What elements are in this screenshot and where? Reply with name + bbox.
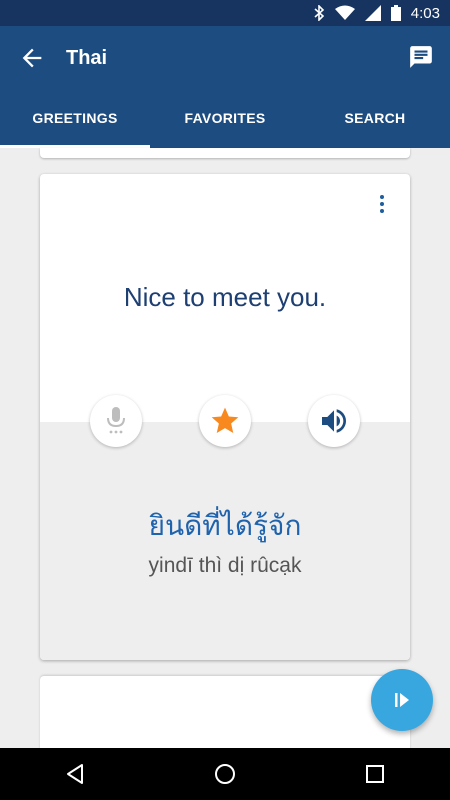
mic-icon (107, 407, 125, 434)
play-all-fab[interactable] (371, 669, 433, 731)
record-button[interactable] (90, 395, 142, 447)
next-card (40, 676, 410, 756)
tab-bar: GREETINGS FAVORITES SEARCH (0, 88, 450, 148)
battery-icon (390, 5, 401, 21)
nav-back-button[interactable] (55, 754, 95, 794)
recents-square-icon (366, 765, 384, 783)
page-title: Thai (66, 47, 108, 69)
system-nav-bar (0, 748, 450, 800)
tab-favorites[interactable]: FAVORITES (150, 88, 300, 148)
play-icon (395, 693, 409, 707)
tab-search[interactable]: SEARCH (300, 88, 450, 148)
phrase-card: Nice to meet you. ยินดีที่ได้รู้จัก yind… (40, 174, 410, 660)
chat-icon[interactable] (408, 44, 434, 70)
back-triangle-icon (67, 764, 83, 784)
tab-greetings[interactable]: GREETINGS (0, 88, 150, 148)
speaker-icon (322, 409, 346, 433)
arrow-back-icon[interactable] (18, 44, 46, 72)
wifi-icon (334, 5, 355, 20)
play-audio-button[interactable] (308, 395, 360, 447)
english-phrase: Nice to meet you. (123, 282, 327, 312)
app-bar: Thai GREETINGS FAVORITES SEARCH (0, 26, 450, 148)
more-vert-icon[interactable] (376, 192, 388, 218)
star-icon (211, 407, 239, 433)
thai-phrase: ยินดีที่ได้รู้จัก (148, 510, 302, 541)
previous-card (40, 148, 410, 158)
nav-home-button[interactable] (205, 754, 245, 794)
home-circle-icon (215, 764, 235, 784)
bluetooth-icon (314, 5, 324, 21)
favorite-button[interactable] (199, 395, 251, 447)
nav-recents-button[interactable] (355, 754, 395, 794)
status-time: 4:03 (410, 4, 440, 22)
signal-icon (364, 5, 381, 21)
status-bar: 4:03 (0, 0, 450, 26)
transliteration: yindī thì dị rûcạk (148, 554, 302, 577)
